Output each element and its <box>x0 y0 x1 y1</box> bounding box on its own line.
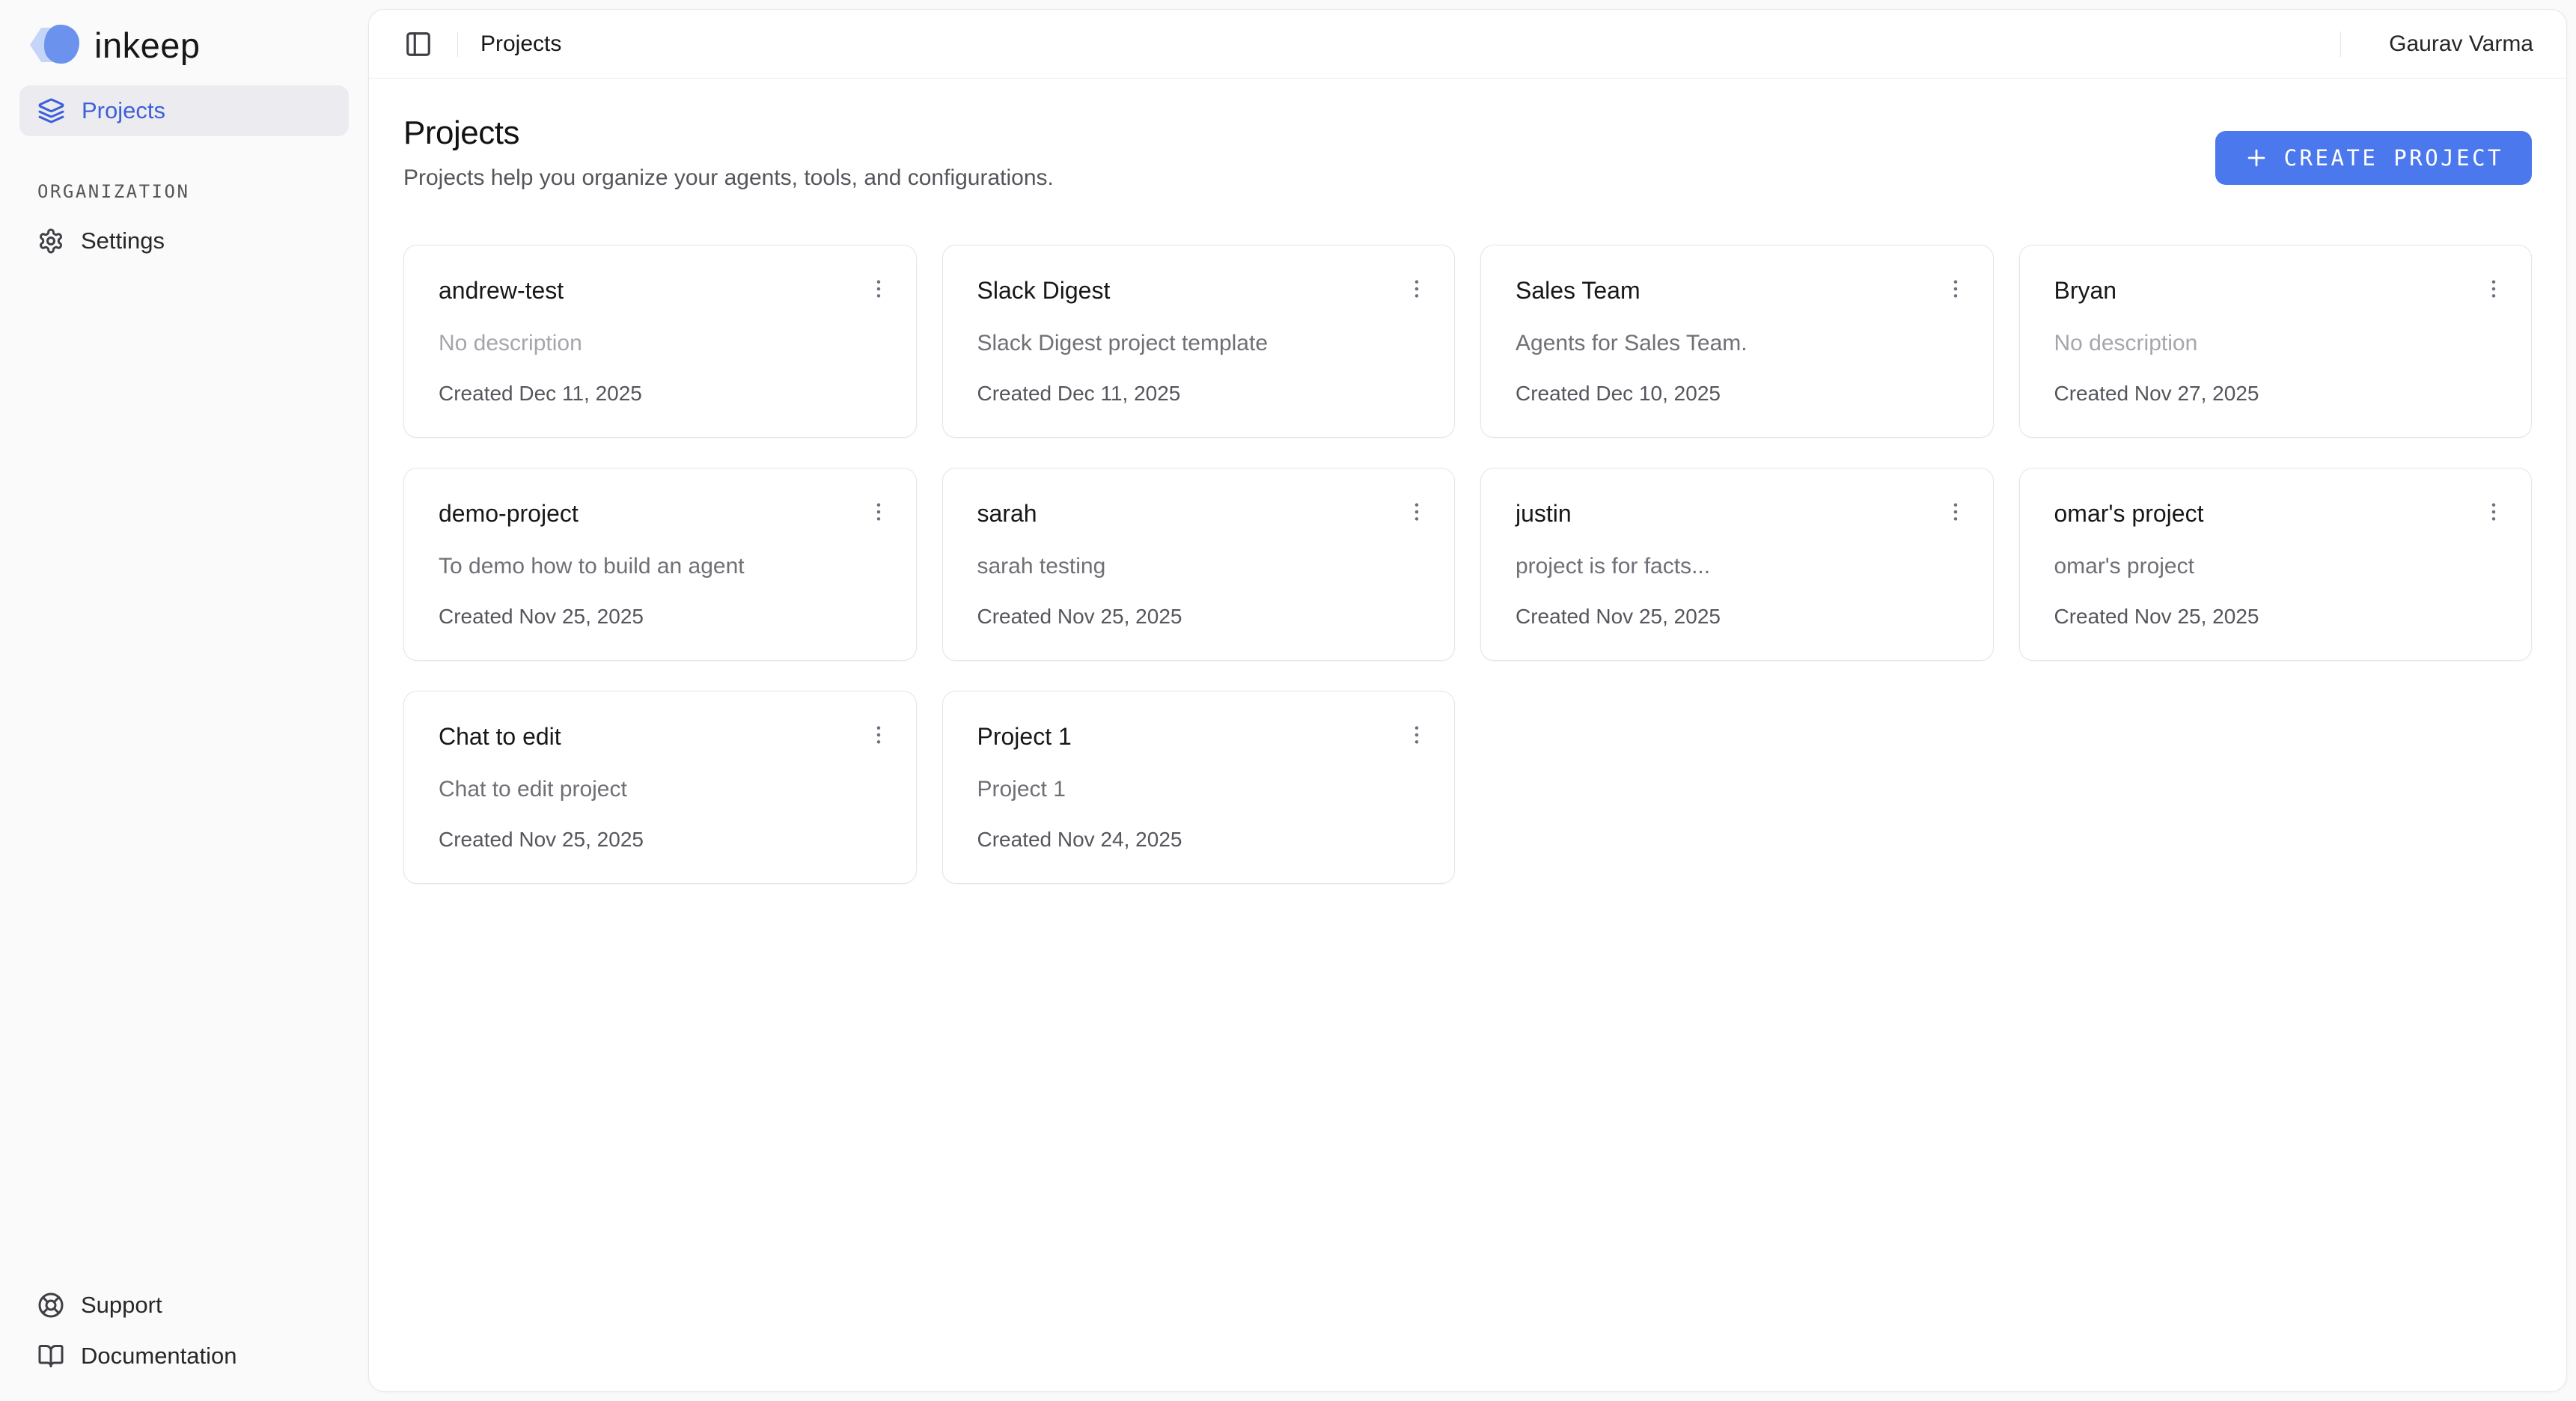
life-buoy-icon <box>37 1292 64 1319</box>
project-description: omar's project <box>2054 554 2497 579</box>
project-created: Created Dec 11, 2025 <box>439 382 882 406</box>
project-description: project is for facts... <box>1516 554 1959 579</box>
project-created: Created Nov 27, 2025 <box>2054 382 2497 406</box>
page-title: Projects <box>403 115 1054 152</box>
sidebar-section-organization: ORGANIZATION <box>0 181 368 202</box>
sidebar-toggle-button[interactable] <box>402 28 435 61</box>
main-panel: Projects Gaurav Varma Projects Projects … <box>368 9 2567 1392</box>
project-name: sarah <box>977 500 1037 528</box>
project-name: andrew-test <box>439 277 564 305</box>
project-name: omar's project <box>2054 500 2204 528</box>
project-created: Created Nov 25, 2025 <box>1516 605 1959 629</box>
project-name: Chat to edit <box>439 723 561 751</box>
project-description: No description <box>2054 331 2497 356</box>
gear-icon <box>37 228 64 254</box>
project-description: sarah testing <box>977 554 1420 579</box>
project-menu-button[interactable] <box>1402 272 1432 305</box>
project-description: To demo how to build an agent <box>439 554 882 579</box>
project-card[interactable]: Chat to edit Chat to edit project Create… <box>403 691 917 884</box>
project-name: Project 1 <box>977 723 1072 751</box>
brand-logo[interactable]: inkeep <box>0 0 368 85</box>
sidebar-item-settings[interactable]: Settings <box>0 216 368 266</box>
panel-left-icon <box>404 30 433 58</box>
create-project-button[interactable]: CREATE PROJECT <box>2215 131 2532 185</box>
topbar-right-divider <box>2340 31 2341 57</box>
project-menu-button[interactable] <box>1941 495 1971 528</box>
project-created: Created Nov 24, 2025 <box>977 828 1420 852</box>
layers-icon <box>37 97 65 125</box>
kebab-icon <box>867 277 891 301</box>
project-name: Bryan <box>2054 277 2117 305</box>
sidebar-item-label: Projects <box>82 97 165 124</box>
project-description: No description <box>439 331 882 356</box>
project-menu-button[interactable] <box>864 495 894 528</box>
kebab-icon <box>1944 277 1968 301</box>
project-card[interactable]: omar's project omar's project Created No… <box>2019 468 2533 661</box>
sidebar-item-projects[interactable]: Projects <box>19 85 349 136</box>
sidebar-nav: Projects <box>0 85 368 136</box>
project-menu-button[interactable] <box>1402 495 1432 528</box>
project-description: Agents for Sales Team. <box>1516 331 1959 356</box>
book-open-icon <box>37 1343 64 1370</box>
project-card[interactable]: Slack Digest Slack Digest project templa… <box>942 245 1456 438</box>
page-subtitle: Projects help you organize your agents, … <box>403 165 1054 191</box>
project-name: Slack Digest <box>977 277 1111 305</box>
project-name: justin <box>1516 500 1572 528</box>
project-menu-button[interactable] <box>2479 272 2509 305</box>
sidebar-item-support[interactable]: Support <box>0 1280 368 1331</box>
page-content: Projects Projects help you organize your… <box>369 79 2566 1391</box>
project-card[interactable]: andrew-test No description Created Dec 1… <box>403 245 917 438</box>
project-name: Sales Team <box>1516 277 1640 305</box>
user-menu[interactable]: Gaurav Varma <box>2389 31 2533 57</box>
topbar-divider <box>457 31 458 57</box>
project-created: Created Dec 10, 2025 <box>1516 382 1959 406</box>
sidebar: inkeep Projects ORGANIZATION Settings <box>0 0 368 1401</box>
project-menu-button[interactable] <box>1941 272 1971 305</box>
topbar-right: Gaurav Varma <box>2318 31 2533 57</box>
project-card[interactable]: justin project is for facts... Created N… <box>1480 468 1994 661</box>
project-description: Slack Digest project template <box>977 331 1420 356</box>
project-description: Project 1 <box>977 777 1420 802</box>
brand-wordmark: inkeep <box>94 25 201 66</box>
kebab-icon <box>2482 277 2506 301</box>
sidebar-item-label: Settings <box>81 228 165 254</box>
project-menu-button[interactable] <box>2479 495 2509 528</box>
kebab-icon <box>1405 723 1429 747</box>
sidebar-item-documentation[interactable]: Documentation <box>0 1331 368 1382</box>
project-card[interactable]: Project 1 Project 1 Created Nov 24, 2025 <box>942 691 1456 884</box>
project-name: demo-project <box>439 500 579 528</box>
page-header-text: Projects Projects help you organize your… <box>403 115 1054 191</box>
project-card[interactable]: sarah sarah testing Created Nov 25, 2025 <box>942 468 1456 661</box>
project-created: Created Dec 11, 2025 <box>977 382 1420 406</box>
breadcrumb: Projects <box>480 31 561 57</box>
kebab-icon <box>1405 277 1429 301</box>
project-created: Created Nov 25, 2025 <box>439 605 882 629</box>
project-created: Created Nov 25, 2025 <box>977 605 1420 629</box>
kebab-icon <box>1405 500 1429 524</box>
sidebar-item-label: Documentation <box>81 1343 237 1370</box>
topbar: Projects Gaurav Varma <box>369 10 2566 79</box>
create-project-button-label: CREATE PROJECT <box>2284 145 2503 171</box>
inkeep-logo-icon <box>30 24 79 66</box>
sidebar-footer: Support Documentation <box>0 1280 368 1401</box>
project-menu-button[interactable] <box>1402 718 1432 751</box>
projects-grid: andrew-test No description Created Dec 1… <box>403 245 2532 884</box>
project-description: Chat to edit project <box>439 777 882 802</box>
project-card[interactable]: Bryan No description Created Nov 27, 202… <box>2019 245 2533 438</box>
project-card[interactable]: Sales Team Agents for Sales Team. Create… <box>1480 245 1994 438</box>
page-header: Projects Projects help you organize your… <box>403 115 2532 191</box>
kebab-icon <box>867 500 891 524</box>
kebab-icon <box>2482 500 2506 524</box>
project-created: Created Nov 25, 2025 <box>2054 605 2497 629</box>
project-card[interactable]: demo-project To demo how to build an age… <box>403 468 917 661</box>
project-created: Created Nov 25, 2025 <box>439 828 882 852</box>
project-menu-button[interactable] <box>864 718 894 751</box>
plus-icon <box>2244 145 2269 171</box>
sidebar-item-label: Support <box>81 1292 162 1319</box>
kebab-icon <box>1944 500 1968 524</box>
project-menu-button[interactable] <box>864 272 894 305</box>
kebab-icon <box>867 723 891 747</box>
